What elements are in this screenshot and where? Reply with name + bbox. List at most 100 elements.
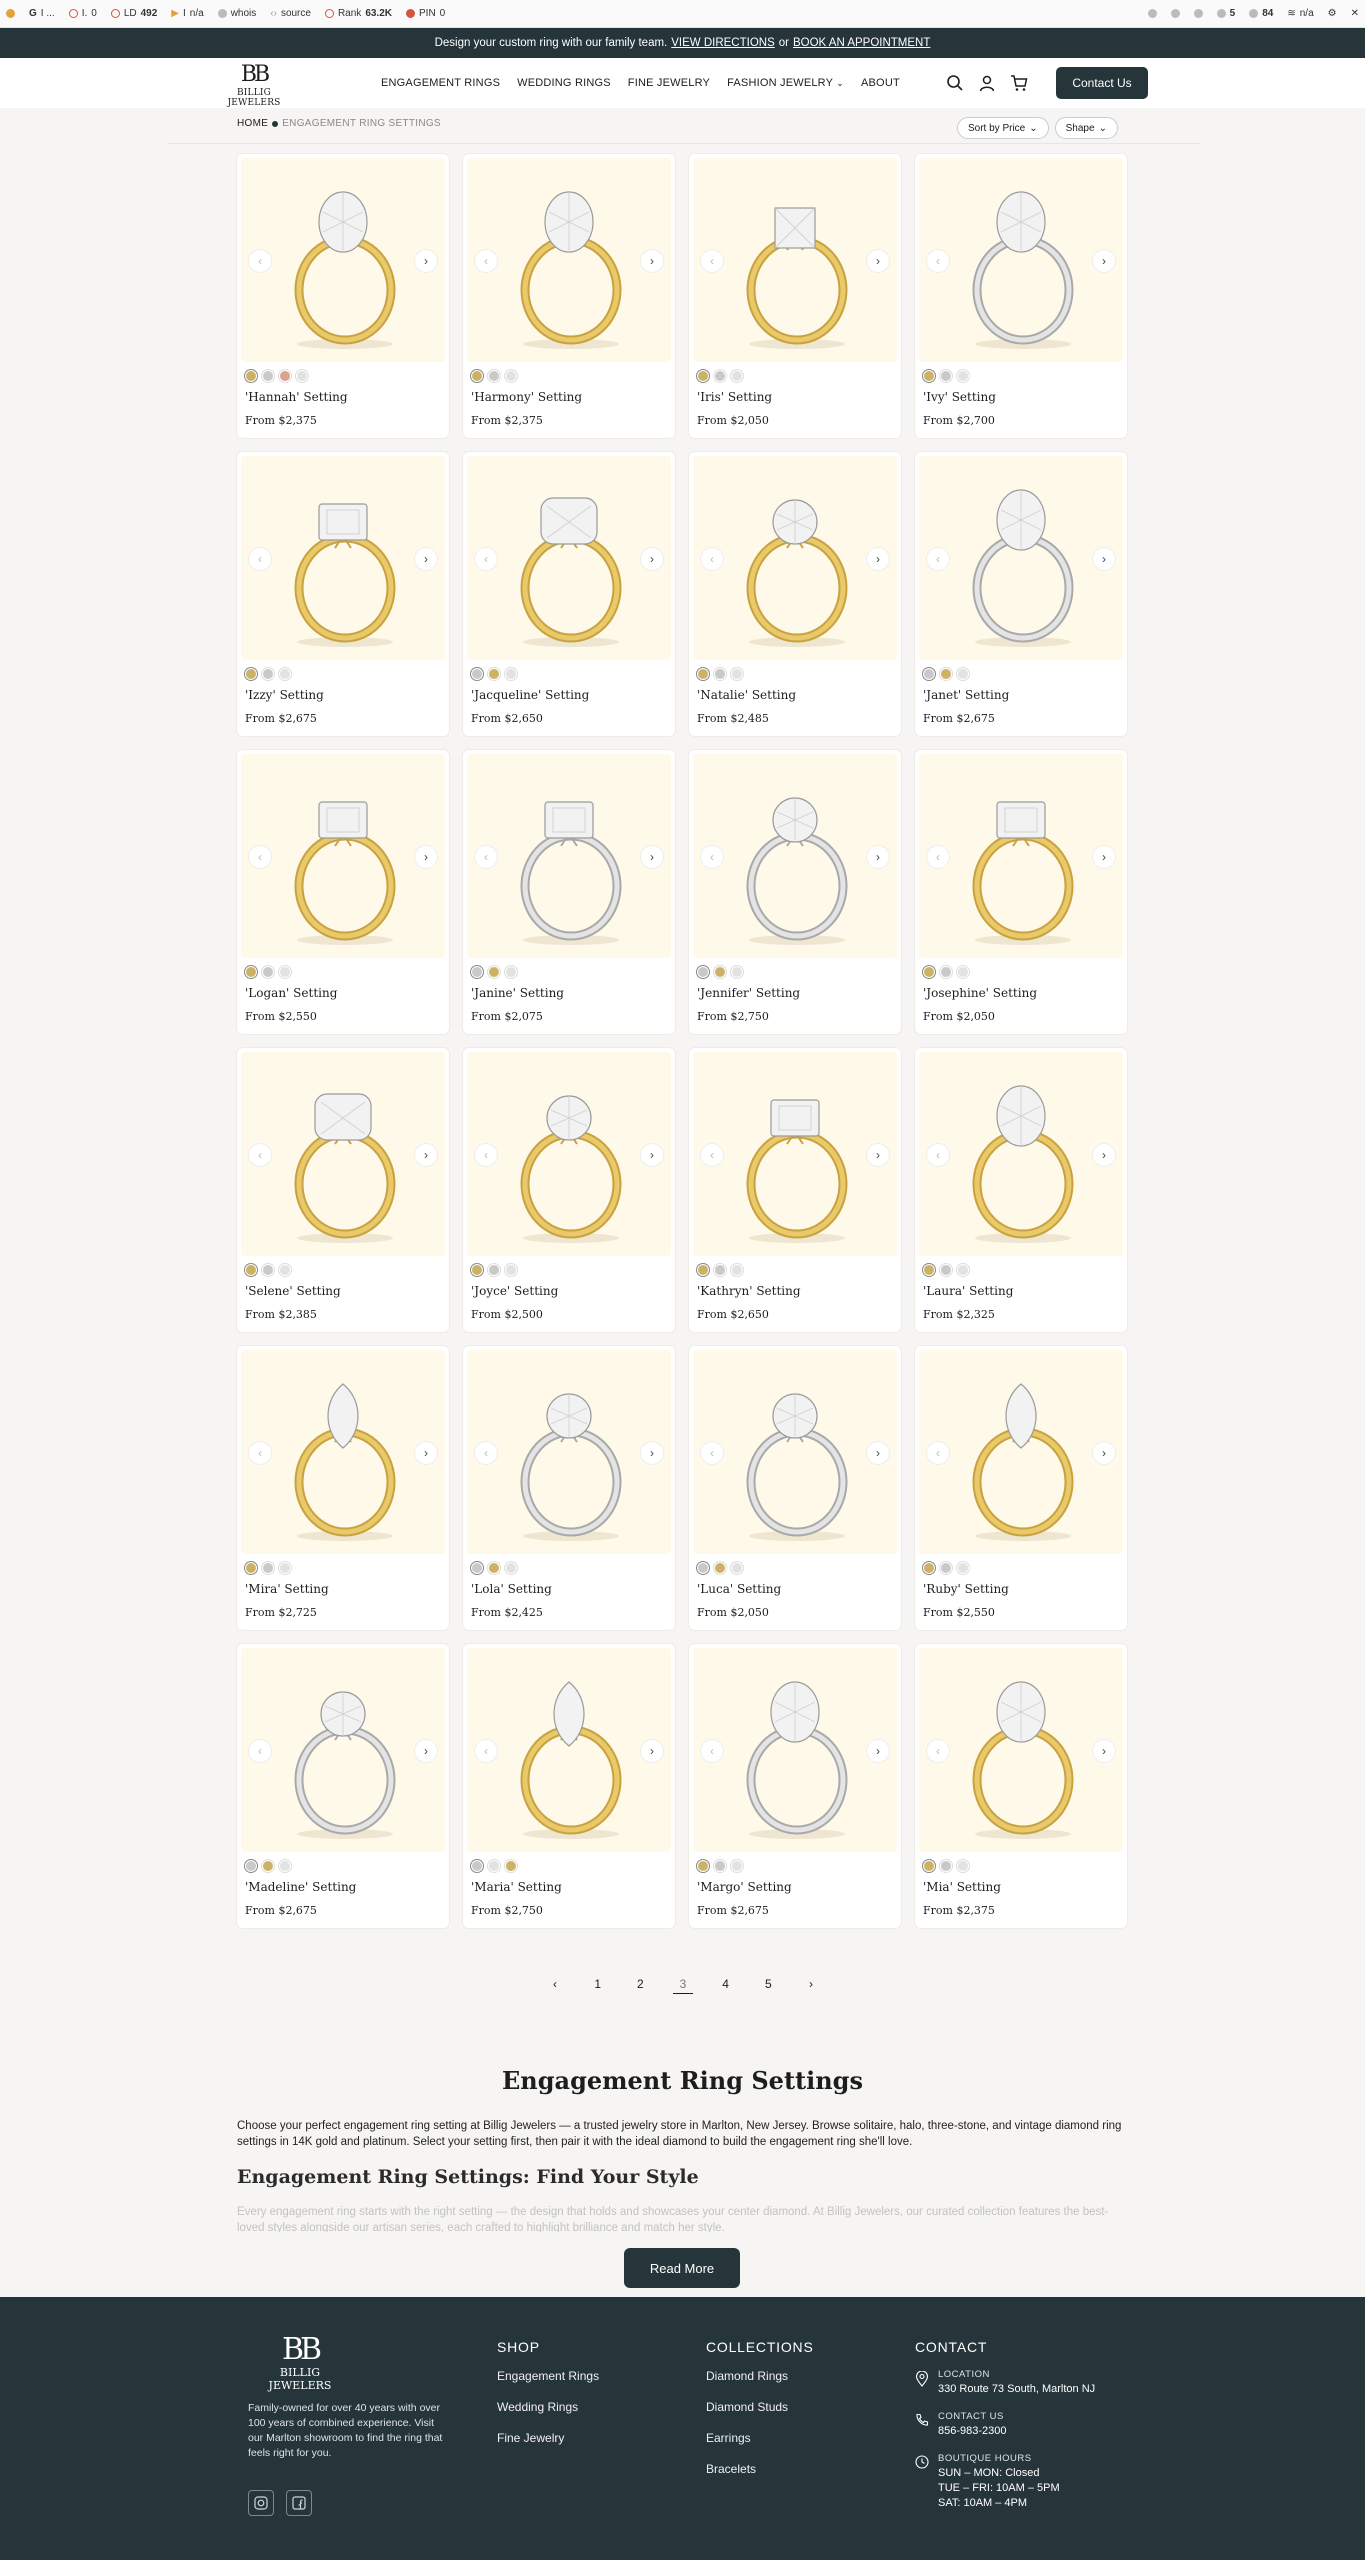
- product-card[interactable]: ‹ › 'Mira' Setting From $2,725: [237, 1346, 449, 1630]
- metal-swatch-yellow[interactable]: [940, 668, 952, 680]
- product-image[interactable]: ‹ ›: [241, 456, 445, 660]
- product-card[interactable]: ‹ › 'Janine' Setting From $2,075: [463, 750, 675, 1034]
- prev-image-arrow[interactable]: ‹: [475, 1740, 497, 1762]
- footer-logo[interactable]: BB BILLIG JEWELERS: [248, 2335, 352, 2393]
- product-image[interactable]: ‹ ›: [693, 1648, 897, 1852]
- product-card[interactable]: ‹ › 'Madeline' Setting From $2,675: [237, 1644, 449, 1928]
- prev-image-arrow[interactable]: ‹: [701, 1144, 723, 1166]
- metal-swatch-platinum[interactable]: [731, 1562, 743, 1574]
- facebook-icon[interactable]: [286, 2490, 312, 2516]
- footer-link-earrings[interactable]: Earrings: [706, 2431, 814, 2445]
- product-name[interactable]: 'Maria' Setting: [471, 1880, 562, 1894]
- nav-about[interactable]: ABOUT: [861, 77, 900, 89]
- prev-image-arrow[interactable]: ‹: [249, 1144, 271, 1166]
- next-image-arrow[interactable]: ›: [641, 1144, 663, 1166]
- product-card[interactable]: ‹ › 'Josephine' Setting From $2,050: [915, 750, 1127, 1034]
- read-more-button[interactable]: Read More: [624, 2248, 740, 2288]
- toolbar-circle-icon[interactable]: [1170, 9, 1180, 18]
- product-image[interactable]: ‹ ›: [919, 1350, 1123, 1554]
- product-card[interactable]: ‹ › 'Natalie' Setting From $2,485: [689, 452, 901, 736]
- metal-swatch-yellow[interactable]: [697, 668, 709, 680]
- prev-image-arrow[interactable]: ‹: [701, 846, 723, 868]
- product-name[interactable]: 'Josephine' Setting: [923, 986, 1037, 1000]
- metal-swatch-platinum[interactable]: [731, 1264, 743, 1276]
- google-index-item[interactable]: GI ...: [29, 8, 55, 19]
- toolbar-external-links[interactable]: 5: [1216, 8, 1235, 19]
- page-3-current[interactable]: 3: [672, 1974, 693, 1994]
- product-card[interactable]: ‹ › 'Ivy' Setting From $2,700: [915, 154, 1127, 438]
- product-card[interactable]: ‹ › 'Laura' Setting From $2,325: [915, 1048, 1127, 1332]
- metal-swatch-white[interactable]: [262, 1264, 274, 1276]
- product-name[interactable]: 'Laura' Setting: [923, 1284, 1013, 1298]
- prev-image-arrow[interactable]: ‹: [927, 1442, 949, 1464]
- prev-image-arrow[interactable]: ‹: [701, 548, 723, 570]
- product-image[interactable]: ‹ ›: [693, 754, 897, 958]
- metal-swatch-white[interactable]: [262, 370, 274, 382]
- prev-image-arrow[interactable]: ‹: [249, 250, 271, 272]
- next-image-arrow[interactable]: ›: [415, 548, 437, 570]
- footer-link-fine-jewelry[interactable]: Fine Jewelry: [497, 2431, 599, 2445]
- prev-image-arrow[interactable]: ‹: [249, 548, 271, 570]
- toolbar-wifi[interactable]: ≋ n/a: [1287, 8, 1313, 19]
- prev-image-arrow[interactable]: ‹: [475, 1442, 497, 1464]
- product-name[interactable]: 'Kathryn' Setting: [697, 1284, 801, 1298]
- view-directions-link[interactable]: VIEW DIRECTIONS: [671, 37, 775, 49]
- metal-swatch-platinum[interactable]: [279, 1860, 291, 1872]
- cart-icon[interactable]: [1010, 74, 1028, 92]
- metal-swatch-platinum[interactable]: [957, 1860, 969, 1872]
- next-image-arrow[interactable]: ›: [641, 1740, 663, 1762]
- metal-swatch-platinum[interactable]: [731, 668, 743, 680]
- metal-swatch-yellow[interactable]: [923, 1264, 935, 1276]
- metal-swatch-platinum[interactable]: [957, 966, 969, 978]
- metal-swatch-platinum[interactable]: [505, 668, 517, 680]
- metal-swatch-yellow[interactable]: [714, 1562, 726, 1574]
- product-name[interactable]: 'Mia' Setting: [923, 1880, 1001, 1894]
- next-image-arrow[interactable]: ›: [415, 846, 437, 868]
- metal-swatch-yellow[interactable]: [697, 1264, 709, 1276]
- next-image-arrow[interactable]: ›: [641, 846, 663, 868]
- nav-wedding-rings[interactable]: WEDDING RINGS: [517, 77, 611, 89]
- footer-phone[interactable]: CONTACT US 856-983-2300: [915, 2411, 1095, 2439]
- product-name[interactable]: 'Harmony' Setting: [471, 390, 582, 404]
- account-icon[interactable]: [978, 74, 996, 92]
- product-image[interactable]: ‹ ›: [919, 456, 1123, 660]
- product-card[interactable]: ‹ › 'Izzy' Setting From $2,675: [237, 452, 449, 736]
- metal-swatch-platinum[interactable]: [296, 370, 308, 382]
- seo-source[interactable]: ‹› source: [270, 8, 311, 19]
- metal-swatch-white[interactable]: [714, 1860, 726, 1872]
- toolbar-circle-icon[interactable]: [1147, 9, 1157, 18]
- prev-page-button[interactable]: ‹: [545, 1974, 565, 1994]
- next-image-arrow[interactable]: ›: [867, 548, 889, 570]
- toolbar-internal-links[interactable]: 84: [1249, 8, 1273, 19]
- metal-swatch-yellow[interactable]: [923, 966, 935, 978]
- product-card[interactable]: ‹ › 'Selene' Setting From $2,385: [237, 1048, 449, 1332]
- prev-image-arrow[interactable]: ‹: [249, 1740, 271, 1762]
- next-image-arrow[interactable]: ›: [867, 1144, 889, 1166]
- next-image-arrow[interactable]: ›: [1093, 846, 1115, 868]
- seo-metric-links[interactable]: I. 0: [68, 8, 97, 19]
- instagram-icon[interactable]: [248, 2490, 274, 2516]
- metal-swatch-white[interactable]: [471, 668, 483, 680]
- next-image-arrow[interactable]: ›: [641, 250, 663, 272]
- page-2-link[interactable]: 2: [630, 1974, 650, 1994]
- metal-swatch-yellow[interactable]: [488, 966, 500, 978]
- metal-swatch-white[interactable]: [488, 370, 500, 382]
- metal-swatch-platinum[interactable]: [731, 1860, 743, 1872]
- product-name[interactable]: 'Luca' Setting: [697, 1582, 781, 1596]
- metal-swatch-platinum[interactable]: [957, 1562, 969, 1574]
- prev-image-arrow[interactable]: ‹: [475, 548, 497, 570]
- product-image[interactable]: ‹ ›: [467, 1648, 671, 1852]
- product-image[interactable]: ‹ ›: [467, 754, 671, 958]
- next-image-arrow[interactable]: ›: [1093, 1442, 1115, 1464]
- product-card[interactable]: ‹ › 'Hannah' Setting From $2,375: [237, 154, 449, 438]
- prev-image-arrow[interactable]: ‹: [475, 846, 497, 868]
- product-card[interactable]: ‹ › 'Jennifer' Setting From $2,750: [689, 750, 901, 1034]
- product-image[interactable]: ‹ ›: [467, 456, 671, 660]
- site-logo[interactable]: BB BILLIG JEWELERS: [214, 64, 294, 109]
- product-name[interactable]: 'Mira' Setting: [245, 1582, 329, 1596]
- product-name[interactable]: 'Joyce' Setting: [471, 1284, 558, 1298]
- metal-swatch-yellow[interactable]: [245, 966, 257, 978]
- metal-swatch-yellow[interactable]: [245, 668, 257, 680]
- product-card[interactable]: ‹ › 'Harmony' Setting From $2,375: [463, 154, 675, 438]
- next-image-arrow[interactable]: ›: [415, 1442, 437, 1464]
